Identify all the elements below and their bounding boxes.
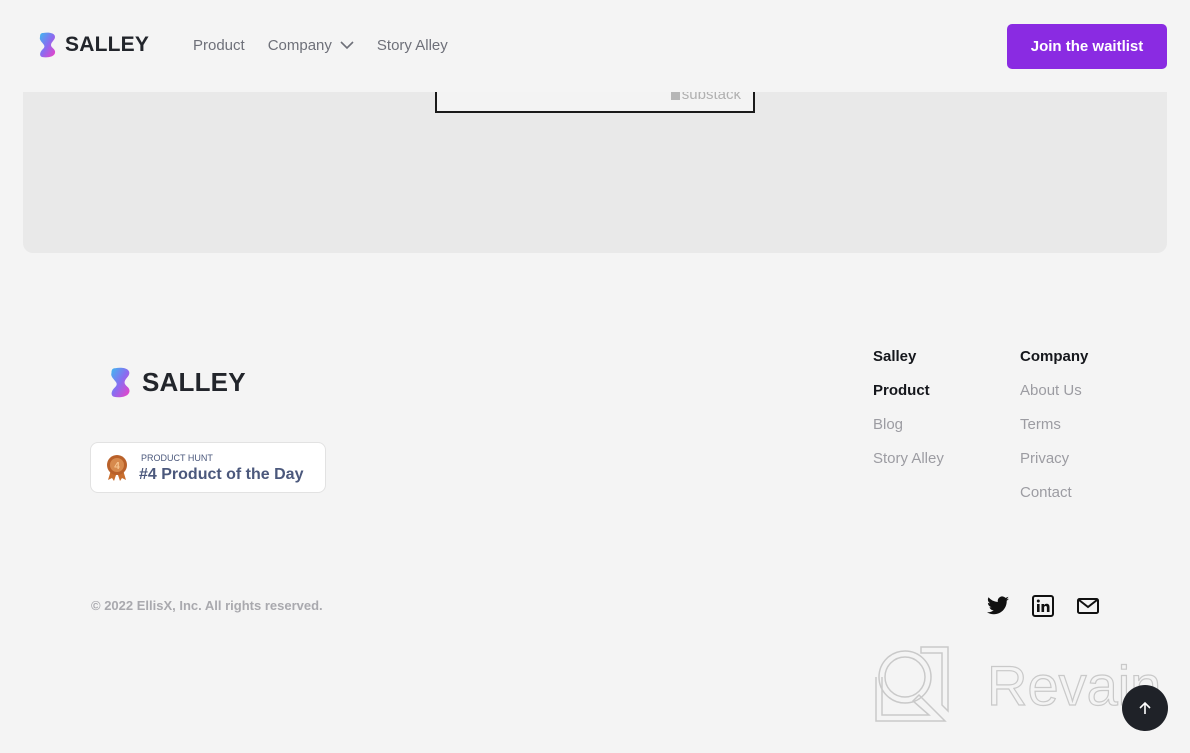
- column-heading: Salley: [873, 348, 917, 365]
- footer-link-privacy[interactable]: Privacy: [1020, 450, 1088, 484]
- header-logo[interactable]: SALLEY: [39, 32, 149, 58]
- svg-text:4: 4: [114, 461, 120, 472]
- footer-column-salley: Salley Product Blog Story Alley: [873, 348, 944, 484]
- site-header: SALLEY Product Company Story Alley Join …: [0, 0, 1190, 92]
- footer-link-story-alley[interactable]: Story Alley: [873, 450, 944, 484]
- chevron-down-icon: [340, 41, 354, 50]
- product-hunt-badge[interactable]: 4 PRODUCT HUNT #4 Product of the Day: [90, 442, 326, 493]
- footer-link-about-us[interactable]: About Us: [1020, 382, 1088, 416]
- revain-logo-icon: [875, 646, 949, 722]
- arrow-up-icon: [1139, 701, 1151, 714]
- medal-icon: 4: [107, 455, 127, 481]
- badge-title: #4 Product of the Day: [139, 466, 304, 483]
- mail-icon[interactable]: [1076, 594, 1100, 618]
- footer-column-company: Company About Us Terms Privacy Contact: [1020, 348, 1088, 518]
- nav-story-alley[interactable]: Story Alley: [377, 37, 448, 54]
- footer-link-contact[interactable]: Contact: [1020, 484, 1088, 518]
- brand-name: SALLEY: [65, 33, 150, 56]
- nav-product[interactable]: Product: [193, 37, 245, 54]
- revain-watermark: Revain: [875, 646, 1162, 722]
- footer-link-terms[interactable]: Terms: [1020, 416, 1088, 450]
- main-nav: Product Company Story Alley: [193, 37, 471, 54]
- footer-link-product[interactable]: Product: [873, 382, 944, 416]
- copyright-text: © 2022 EllisX, Inc. All rights reserved.: [91, 598, 323, 613]
- linkedin-icon[interactable]: [1031, 594, 1055, 618]
- salley-logo-icon: [39, 32, 56, 58]
- twitter-icon[interactable]: [986, 594, 1010, 618]
- salley-logo-icon: [111, 367, 130, 398]
- footer-link-blog[interactable]: Blog: [873, 416, 944, 450]
- footer-logo[interactable]: SALLEY: [110, 367, 246, 398]
- brand-name: SALLEY: [142, 367, 246, 397]
- nav-company[interactable]: Company: [268, 37, 354, 54]
- badge-kicker: PRODUCT HUNT: [141, 453, 213, 463]
- join-waitlist-button[interactable]: Join the waitlist: [1007, 24, 1167, 69]
- column-heading: Company: [1020, 348, 1089, 365]
- scroll-to-top-button[interactable]: [1122, 685, 1168, 731]
